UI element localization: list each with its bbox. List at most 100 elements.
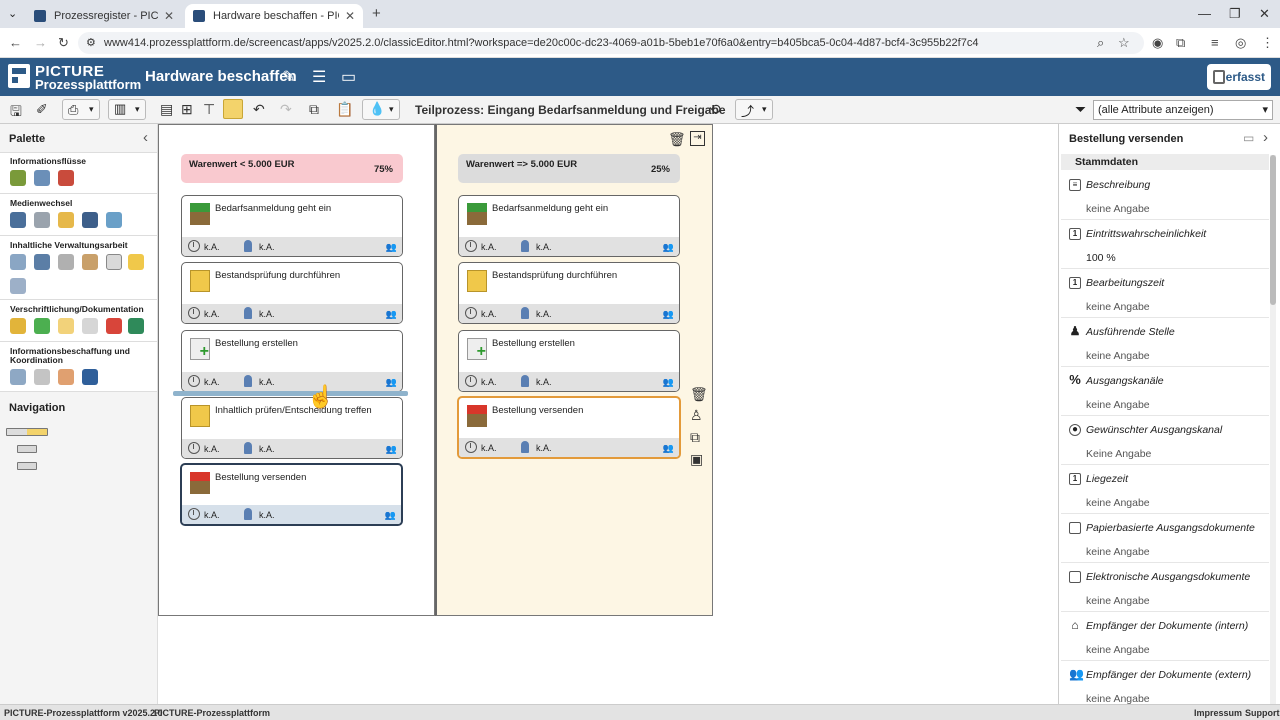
bookmark-star-icon[interactable]: ☆ (1118, 35, 1130, 51)
tree-icon[interactable]: ⊤ (203, 101, 215, 118)
navigation-node-child-1[interactable] (17, 445, 37, 453)
property-gewuenschter-ausgangskanal[interactable]: ● Gewünschter Ausgangskanal Keine Angabe (1061, 416, 1269, 465)
magnifier-document-icon[interactable] (82, 318, 98, 334)
inbox-icon[interactable] (10, 170, 26, 186)
history-icon[interactable]: ⟲ (709, 101, 721, 118)
property-bearbeitungszeit[interactable]: 1 Bearbeitungszeit keine Angabe (1061, 269, 1269, 318)
convert-step-icon[interactable]: ⧉ (690, 429, 700, 446)
close-tab-icon[interactable]: ✕ (164, 9, 174, 23)
comment-icon[interactable]: ▭ (341, 67, 356, 87)
collapse-panel-icon[interactable]: › (1263, 129, 1268, 146)
calculator-icon[interactable] (34, 254, 50, 270)
properties-scrollbar[interactable] (1270, 155, 1276, 705)
undo-icon[interactable]: ↶ (253, 101, 265, 118)
share-dropdown[interactable]: ⤴ ▾ (735, 99, 773, 120)
property-ausfuehrende-stelle[interactable]: ♟ Ausführende Stelle keine Angabe (1061, 318, 1269, 367)
back-icon[interactable]: ← (9, 35, 22, 50)
browser-tab-hardware[interactable]: Hardware beschaffen - PICTUR ✕ (185, 4, 363, 28)
plus-icon[interactable] (34, 318, 50, 334)
property-elektronische-ausgangsdokumente[interactable]: Elektronische Ausgangsdokumente keine An… (1061, 563, 1269, 612)
impressum-link[interactable]: Impressum (1194, 708, 1242, 718)
menu-icon[interactable]: ⋮ (1261, 35, 1274, 51)
property-liegezeit[interactable]: 1 Liegezeit keine Angabe (1061, 465, 1269, 514)
property-empfaenger-intern[interactable]: ⌂ Empfänger der Dokumente (intern) keine… (1061, 612, 1269, 661)
fax-icon[interactable] (82, 212, 98, 228)
outbox-icon[interactable] (58, 170, 74, 186)
edit-tools-icon[interactable]: ✐ (36, 101, 48, 118)
status-badge[interactable]: erfasst (1207, 64, 1271, 90)
profile-icon[interactable]: ◎ (1235, 35, 1246, 51)
stamp-icon[interactable] (58, 254, 74, 270)
reload-icon[interactable]: ↻ (58, 35, 69, 51)
property-papierbasierte-ausgangsdokumente[interactable]: Papierbasierte Ausgangsdokumente keine A… (1061, 514, 1269, 563)
signature-icon[interactable] (10, 278, 26, 294)
process-step-card[interactable]: Bestandsprüfung durchführen k.A. k.A. 👥 (181, 262, 403, 324)
delete-lane-icon[interactable]: 🗑 (668, 131, 686, 148)
book-icon[interactable] (128, 318, 144, 334)
process-step-card[interactable]: Inhaltlich prüfen/Entscheidung treffen k… (181, 397, 403, 459)
copy-icon[interactable]: ⧉ (309, 101, 319, 118)
color-dropdown[interactable]: 💧 ▾ (362, 99, 400, 120)
pin-panel-icon[interactable]: ▭ (1243, 131, 1254, 145)
card-view-icon[interactable] (223, 99, 243, 119)
scanner-icon[interactable] (10, 212, 26, 228)
new-tab-icon[interactable]: + (372, 5, 381, 22)
collapse-palette-icon[interactable]: ‹ (143, 129, 148, 146)
globe-icon[interactable] (106, 212, 122, 228)
edit-pencil-icon[interactable]: ✎ (282, 67, 295, 87)
folder-plus-icon[interactable] (10, 318, 26, 334)
process-step-card[interactable]: Bedarfsanmeldung geht ein k.A. k.A. 👥 (458, 195, 680, 257)
navigation-node-root[interactable] (6, 428, 48, 436)
property-eintrittswahrscheinlichkeit[interactable]: 1 Eintrittswahrscheinlichkeit 100 % (1061, 220, 1269, 269)
network-icon[interactable] (34, 369, 50, 385)
phone-book-icon[interactable] (82, 369, 98, 385)
list-details-icon[interactable]: ☰ (312, 67, 326, 87)
redo-icon[interactable]: ↷ (280, 101, 292, 118)
process-step-card-selected[interactable]: Bestellung versenden k.A. k.A. 👥 (180, 463, 403, 526)
comment-step-icon[interactable]: ▣ (690, 451, 703, 468)
forward-icon[interactable]: → (34, 35, 47, 50)
browser-tab-prozessregister[interactable]: Prozessregister - PICTURE-Proz ✕ (26, 4, 182, 28)
document-yellow-icon[interactable] (128, 254, 144, 270)
filter-icon[interactable]: ⏷ (1075, 101, 1086, 118)
process-step-card-active[interactable]: Bestellung versenden k.A. k.A. 👥 (457, 396, 681, 459)
puzzle-icon[interactable]: ⧉ (1176, 35, 1185, 51)
maximize-icon[interactable]: ❐ (1229, 6, 1241, 22)
lane-header[interactable]: Warenwert < 5.000 EUR 75% (181, 154, 403, 183)
zoom-icon[interactable]: ⌕ (1097, 35, 1104, 51)
split-lane-icon[interactable]: ⇥ (690, 131, 705, 146)
url-field[interactable]: ⚙ www414.prozessplattform.de/screencast/… (78, 32, 1144, 54)
document-copy-icon[interactable] (106, 254, 122, 270)
process-step-card[interactable]: Bedarfsanmeldung geht ein k.A. k.A. 👥 (181, 195, 403, 257)
lane-header[interactable]: Warenwert => 5.000 EUR 25% (458, 154, 680, 183)
minimize-icon[interactable]: — (1198, 6, 1211, 21)
assign-person-icon[interactable]: ♙ (690, 407, 703, 424)
process-step-card[interactable]: + Bestellung erstellen k.A. k.A. 👥 (181, 330, 403, 392)
hierarchy-icon[interactable]: ⊞ (181, 101, 193, 118)
flag-icon[interactable] (106, 318, 122, 334)
file-transfer-icon[interactable] (58, 212, 74, 228)
tools-icon[interactable] (10, 254, 26, 270)
close-window-icon[interactable]: ✕ (1259, 6, 1270, 22)
delete-step-icon[interactable]: 🗑 (690, 386, 708, 403)
support-link[interactable]: Support (1245, 708, 1280, 718)
phone-icon[interactable] (34, 170, 50, 186)
tab-list-chevron-icon[interactable]: ⌄ (8, 7, 17, 20)
handshake-icon[interactable] (58, 369, 74, 385)
process-step-card[interactable]: Bestandsprüfung durchführen k.A. k.A. 👥 (458, 262, 680, 324)
close-tab-icon[interactable]: ✕ (345, 9, 355, 23)
site-info-icon[interactable]: ⚙ (86, 36, 96, 49)
save-icon[interactable]: 🖫 (10, 101, 22, 125)
process-step-card[interactable]: + Bestellung erstellen k.A. k.A. 👥 (458, 330, 680, 392)
print-dropdown[interactable]: ⎙ ▾ (62, 99, 100, 120)
navigation-node-child-2[interactable] (17, 462, 37, 470)
pen-icon[interactable] (58, 318, 74, 334)
printer-icon[interactable] (34, 212, 50, 228)
attribute-filter-select[interactable]: (alle Attribute anzeigen) (1093, 100, 1273, 120)
media-icon[interactable]: ≡ (1211, 35, 1219, 50)
archive-icon[interactable] (82, 254, 98, 270)
chart-dropdown[interactable]: ▥ ▾ (108, 99, 146, 120)
search-globe-icon[interactable] (10, 369, 26, 385)
extension-icon[interactable]: ◉ (1152, 35, 1163, 51)
property-beschreibung[interactable]: ≡ Beschreibung keine Angabe (1061, 171, 1269, 220)
